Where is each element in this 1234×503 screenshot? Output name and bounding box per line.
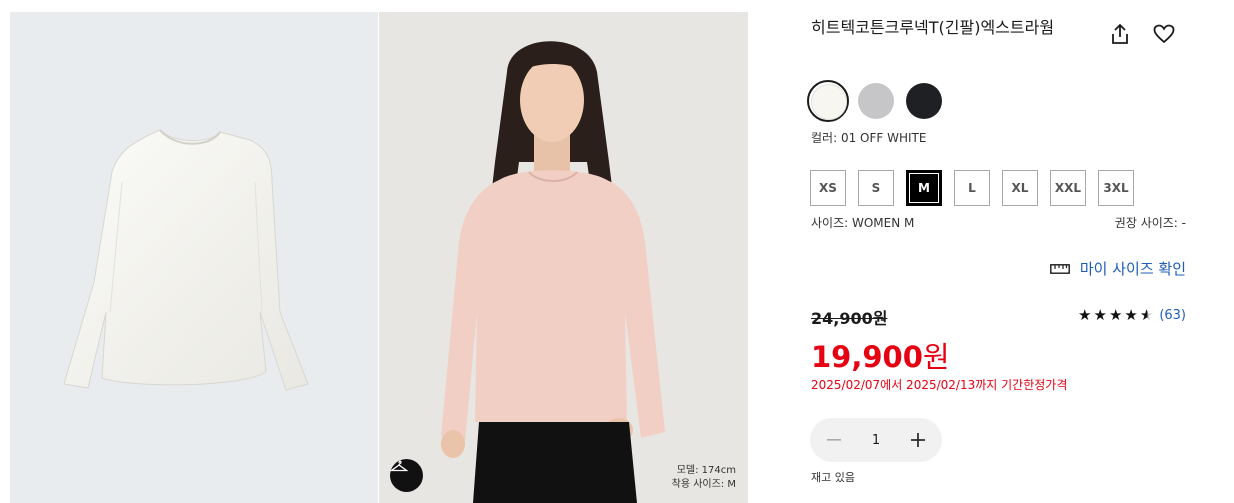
color-swatch-off-white[interactable] <box>807 80 849 122</box>
product-title: 히트텍코튼크루넥T(긴팔)엑스트라웜 <box>811 18 1055 37</box>
model-height: 모델: 174cm <box>676 465 736 476</box>
sale-price-currency: 원 <box>922 340 950 374</box>
star-icon: ★ <box>1139 306 1156 324</box>
size-button-xxl[interactable]: XXL <box>1050 170 1086 206</box>
swatch-color <box>906 83 942 119</box>
color-swatch-black[interactable] <box>903 80 945 122</box>
product-image-model[interactable]: 모델: 174cm 착용 사이즈: M <box>379 12 748 503</box>
model-info: 모델: 174cm 착용 사이즈: M <box>672 464 736 492</box>
sale-price: 19,900원 <box>811 334 950 376</box>
size-button-xs[interactable]: XS <box>810 170 846 206</box>
size-button-xl[interactable]: XL <box>1002 170 1038 206</box>
original-price: 24,900원 <box>811 309 888 328</box>
decrease-quantity-button[interactable] <box>822 428 846 452</box>
star-icon: ★ <box>1108 306 1125 324</box>
size-button-3xl[interactable]: 3XL <box>1098 170 1134 206</box>
model-wear-size: 착용 사이즈: M <box>671 479 736 490</box>
recommended-size-label: 권장 사이즈: - <box>1114 216 1186 230</box>
product-image-flat[interactable] <box>10 12 378 503</box>
product-page: 모델: 174cm 착용 사이즈: M 히트텍코튼크루넥T(긴팔)엑스트라웜 컬… <box>0 0 1234 503</box>
white-tshirt-illustration <box>63 129 309 391</box>
sale-price-number: 19,900 <box>811 340 923 374</box>
size-button-s[interactable]: S <box>858 170 894 206</box>
hanger-icon <box>390 460 408 472</box>
stock-status: 재고 있음 <box>811 471 855 484</box>
star-icon: ★ <box>1093 306 1109 324</box>
wishlist-button[interactable] <box>1152 22 1176 46</box>
swatch-color <box>811 84 847 120</box>
rating-summary[interactable]: ★★★★★ (63) <box>1078 306 1186 324</box>
selected-size-label: 사이즈: WOMEN M <box>811 216 915 230</box>
promo-period: 2025/02/07에서 2025/02/13까지 기간한정가격 <box>811 378 1068 392</box>
share-button[interactable] <box>1108 22 1132 46</box>
share-icon <box>1112 23 1128 44</box>
heart-icon <box>1153 24 1175 44</box>
selected-color-label: 컬러: 01 OFF WHITE <box>811 131 927 145</box>
minus-icon <box>827 439 841 441</box>
size-button-l[interactable]: L <box>954 170 990 206</box>
review-count-link[interactable]: (63) <box>1159 308 1186 323</box>
ruler-icon <box>1049 263 1070 274</box>
my-size-link[interactable]: 마이 사이즈 확인 <box>1049 258 1186 279</box>
plus-icon <box>911 433 925 447</box>
color-swatch-gray[interactable] <box>855 80 897 122</box>
quantity-stepper: 1 <box>810 418 942 462</box>
swatch-color <box>858 83 894 119</box>
try-on-hanger-button[interactable] <box>390 459 423 492</box>
star-icon: ★ <box>1124 306 1140 324</box>
quantity-value: 1 <box>871 432 881 448</box>
star-icon: ★ <box>1078 306 1094 324</box>
model-photo-illustration <box>441 41 665 503</box>
star-rating-icon: ★★★★★ <box>1078 306 1155 324</box>
size-button-m[interactable]: M <box>906 170 942 206</box>
increase-quantity-button[interactable] <box>906 428 930 452</box>
my-size-label: 마이 사이즈 확인 <box>1079 260 1186 278</box>
